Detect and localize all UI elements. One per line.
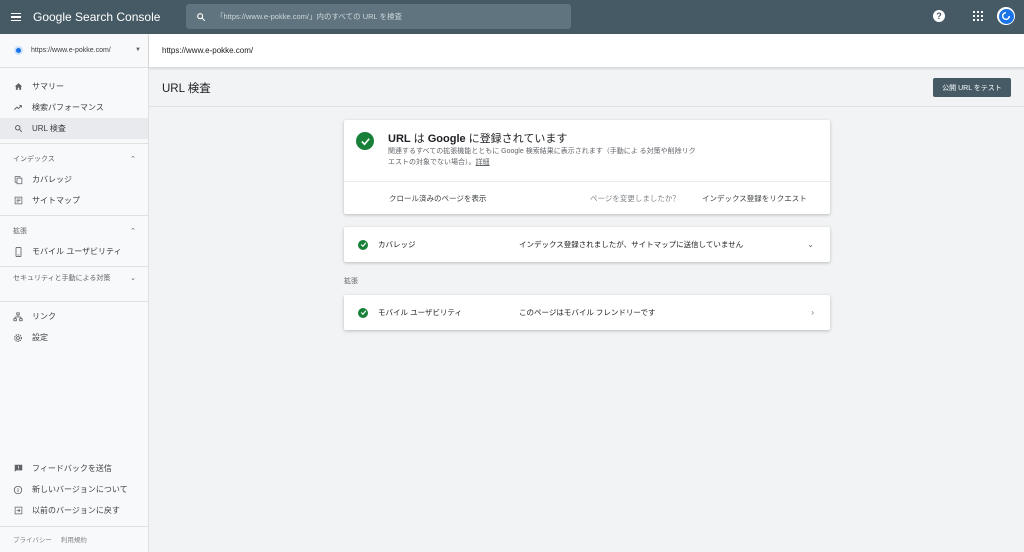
property-url: https://www.e-pokke.com/	[31, 47, 111, 54]
sidebar-item-label: 検索パフォーマンス	[32, 103, 104, 112]
status-description-text: 関連するすべての拡張機能とともに Google 検索結果に表示されます（手動によ…	[388, 148, 696, 166]
chevron-up-icon: ⌃	[130, 155, 136, 163]
sidebar-item-label: モバイル ユーザビリティ	[32, 247, 122, 256]
sidebar: https://www.e-pokke.com/ ▼ サマリー 検索パフォーマン…	[0, 34, 149, 552]
property-icon	[14, 46, 23, 55]
status-description: 関連するすべての拡張機能とともに Google 検索結果に表示されます（手動によ…	[388, 147, 698, 168]
coverage-label: カバレッジ	[378, 240, 416, 249]
status-title-suffix: に登録されています	[465, 133, 568, 145]
check-circle-icon	[358, 307, 368, 318]
dropdown-arrow-icon: ▼	[135, 47, 141, 53]
enhancements-label: 拡張	[344, 278, 358, 285]
section-label: インデックス	[13, 155, 55, 163]
property-selector[interactable]: https://www.e-pokke.com/ ▼	[0, 34, 148, 68]
divider	[0, 143, 148, 144]
sidebar-item-label: サマリー	[32, 82, 64, 91]
info-icon	[13, 485, 23, 495]
gear-icon	[13, 333, 23, 343]
sidebar-item-links[interactable]: リンク	[0, 306, 148, 327]
sidebar-item-label: 設定	[32, 333, 48, 342]
trending-up-icon	[13, 103, 23, 112]
coverage-icon	[13, 175, 23, 185]
mobile-usability-label: モバイル ユーザビリティ	[378, 308, 462, 317]
sidebar-item-sitemaps[interactable]: サイトマップ	[0, 190, 148, 211]
inspected-url: https://www.e-pokke.com/	[162, 46, 254, 55]
chevron-down-icon[interactable]: ⌄	[807, 240, 814, 249]
sidebar-item-performance[interactable]: 検索パフォーマンス	[0, 97, 148, 118]
mobile-usability-row[interactable]: モバイル ユーザビリティ このページはモバイル フレンドリーです ›	[344, 295, 830, 330]
section-security-header[interactable]: セキュリティと手動による対策 ⌄	[0, 271, 148, 297]
sidebar-item-settings[interactable]: 設定	[0, 327, 148, 348]
page-changed-question: ページを変更しましたか？	[590, 194, 680, 203]
sidebar-item-label: URL 検査	[32, 124, 66, 133]
status-title: URL は Google に登録されています	[388, 130, 567, 146]
chevron-down-icon: ⌄	[130, 275, 136, 282]
sidebar-item-label: サイトマップ	[32, 196, 80, 205]
sidebar-item-label: カバレッジ	[32, 175, 72, 184]
sidebar-item-new-version[interactable]: 新しいバージョンについて	[0, 479, 148, 500]
sidebar-item-feedback[interactable]: フィードバックを送信	[0, 458, 148, 479]
app-title[interactable]: Google Search Console	[33, 10, 160, 24]
test-live-url-button[interactable]: 公開 URL をテスト	[933, 78, 1011, 97]
divider	[0, 266, 148, 267]
status-title-url: URL	[388, 133, 411, 145]
search-input[interactable]	[216, 12, 556, 21]
phone-icon	[13, 246, 23, 257]
menu-icon[interactable]	[11, 12, 27, 22]
sidebar-item-mobile-usability[interactable]: モバイル ユーザビリティ	[0, 241, 148, 262]
status-title-connector: は	[410, 133, 428, 145]
section-enhancements-header[interactable]: 拡張 ⌃	[0, 220, 148, 241]
links-icon	[13, 311, 23, 322]
chevron-right-icon[interactable]: ›	[811, 308, 814, 317]
check-circle-icon	[356, 132, 374, 150]
section-label: 拡張	[13, 227, 27, 235]
sidebar-item-label: フィードバックを送信	[32, 464, 112, 473]
help-icon[interactable]: ?	[933, 10, 945, 22]
divider	[0, 301, 148, 302]
details-link[interactable]: 詳細	[476, 159, 490, 166]
coverage-status: インデックス登録されましたが、サイトマップに送信していません	[519, 240, 744, 249]
sitemap-icon	[13, 196, 23, 205]
status-title-google: Google	[427, 133, 466, 145]
index-status-card: URL は Google に登録されています 関連するすべての拡張機能とともに …	[344, 120, 830, 214]
sidebar-item-label: 新しいバージョンについて	[32, 485, 128, 494]
divider	[0, 526, 148, 527]
sidebar-item-label: 以前のバージョンに戻す	[32, 506, 120, 515]
search-icon	[197, 12, 206, 21]
divider	[344, 181, 830, 182]
sidebar-item-label: リンク	[32, 312, 56, 321]
coverage-row[interactable]: カバレッジ インデックス登録されましたが、サイトマップに送信していません ⌄	[344, 227, 830, 262]
section-label: セキュリティと手動による対策	[13, 275, 111, 282]
top-app-bar: Google Search Console ?	[0, 0, 1024, 34]
apps-grid-icon[interactable]	[973, 11, 983, 21]
sidebar-item-coverage[interactable]: カバレッジ	[0, 169, 148, 190]
inspected-url-bar[interactable]: https://www.e-pokke.com/	[149, 34, 1024, 68]
chevron-up-icon: ⌃	[130, 227, 136, 235]
view-crawled-page-button[interactable]: クロール済みのページを表示	[389, 193, 486, 204]
feedback-icon	[13, 464, 23, 473]
privacy-link[interactable]: プライバシー	[13, 534, 52, 544]
home-icon	[13, 82, 23, 91]
sidebar-item-url-inspection[interactable]: URL 検査	[0, 118, 148, 139]
terms-link[interactable]: 利用規約	[61, 534, 87, 544]
page-title: URL 検査	[162, 83, 211, 95]
sidebar-item-summary[interactable]: サマリー	[0, 76, 148, 97]
divider	[0, 215, 148, 216]
check-circle-icon	[358, 239, 368, 250]
url-inspection-search[interactable]	[186, 4, 571, 29]
account-logo-icon	[1001, 11, 1011, 21]
divider	[149, 106, 1024, 107]
sidebar-item-old-version[interactable]: 以前のバージョンに戻す	[0, 500, 148, 521]
exit-icon	[13, 506, 23, 515]
mobile-usability-status: このページはモバイル フレンドリーです	[519, 308, 656, 317]
section-index-header[interactable]: インデックス ⌃	[0, 148, 148, 169]
search-icon	[13, 124, 23, 133]
account-avatar[interactable]	[997, 7, 1015, 25]
request-indexing-button[interactable]: インデックス登録をリクエスト	[702, 193, 807, 204]
